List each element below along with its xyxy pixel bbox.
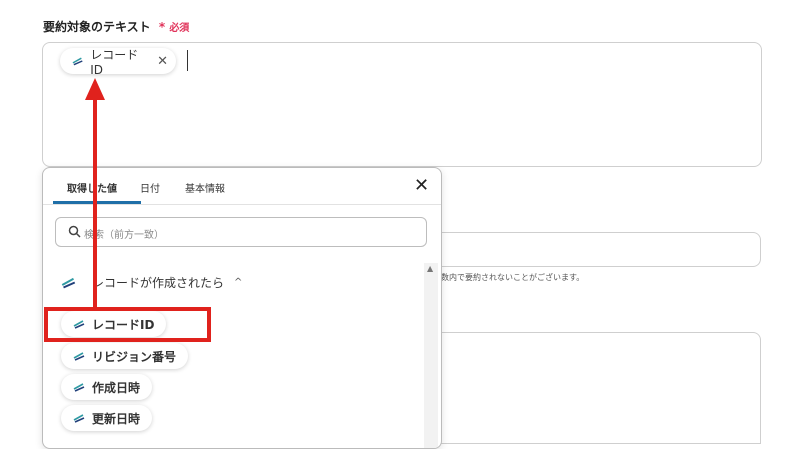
close-icon[interactable]: ✕ [157, 54, 168, 69]
chevron-up-icon[interactable]: ^ [234, 277, 242, 288]
field-label-text: 要約対象のテキスト [43, 20, 151, 34]
active-tab-indicator [53, 201, 141, 204]
leaf-icon [73, 383, 85, 392]
list-item[interactable]: 作成日時 [61, 374, 153, 400]
search-icon [68, 225, 81, 238]
list-item-label: 作成日時 [92, 380, 141, 395]
leaf-icon [73, 352, 85, 361]
background-note: 数内で要約されないことがございます。 [441, 273, 585, 282]
search-input[interactable]: 検索（前方一致） [55, 217, 427, 247]
background-textarea[interactable] [430, 332, 761, 444]
selected-variable-chip[interactable]: レコードID ✕ [60, 47, 176, 77]
group-title: レコードが作成されたら [92, 276, 225, 290]
tab-date[interactable]: 日付 [140, 180, 160, 195]
scrollbar[interactable] [424, 263, 438, 448]
annotation-arrow-head [85, 78, 105, 100]
leaf-icon [61, 277, 76, 289]
annotation-arrow-shaft [93, 94, 97, 309]
scroll-up-icon[interactable]: ▲ [427, 264, 433, 273]
annotation-highlight-box [44, 307, 211, 342]
text-caret [187, 50, 188, 71]
list-item-label: リビジョン番号 [92, 349, 177, 364]
field-label: 要約対象のテキスト * 必須 [43, 18, 189, 35]
background-input[interactable] [430, 232, 761, 267]
popup-close-icon[interactable]: ✕ [414, 175, 429, 196]
list-item[interactable]: 更新日時 [61, 405, 153, 431]
chip-label: レコードID [90, 47, 139, 77]
tab-acquired-values[interactable]: 取得した値 [67, 180, 117, 195]
tab-basic-info[interactable]: 基本情報 [185, 180, 225, 195]
group-header[interactable]: レコードが作成されたら ^ [61, 274, 242, 291]
list-item[interactable]: リビジョン番号 [61, 343, 189, 369]
leaf-icon [72, 57, 83, 66]
required-star: * [158, 20, 166, 34]
list-item-label: 更新日時 [92, 411, 141, 426]
required-text: 必須 [169, 23, 190, 34]
popup-tabs: 取得した値 日付 基本情報 ✕ [43, 168, 441, 205]
leaf-icon [73, 414, 85, 423]
